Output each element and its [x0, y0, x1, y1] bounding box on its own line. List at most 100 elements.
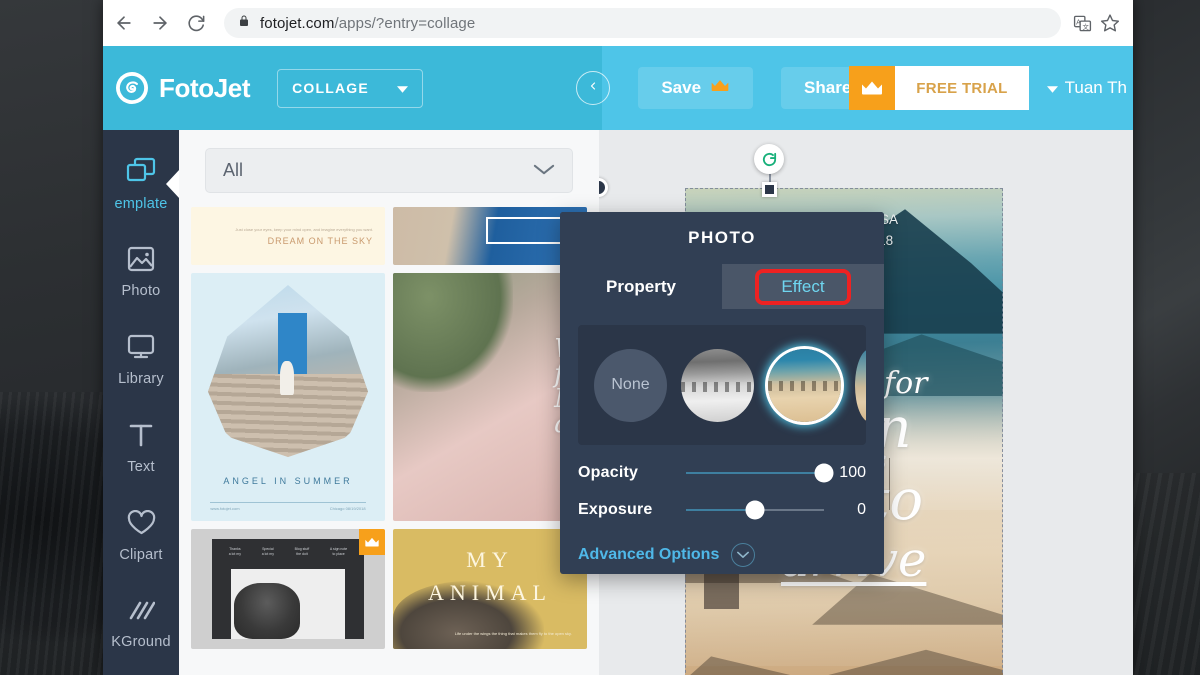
template-caption: Life under the wings the thing that make…	[454, 630, 572, 636]
opacity-slider[interactable]	[686, 463, 834, 483]
library-monitor-icon	[127, 334, 155, 365]
premium-crown-icon	[359, 529, 385, 555]
share-button-label: Share	[804, 78, 852, 97]
exposure-label: Exposure	[578, 501, 653, 518]
template-thumb-watch-out-fashion[interactable]: WfaNa	[393, 273, 587, 521]
exposure-slider-knob[interactable]	[745, 500, 765, 520]
caret-down-icon	[1046, 78, 1058, 98]
template-person	[280, 360, 295, 396]
star-icon[interactable]	[1097, 10, 1123, 36]
sidebar-item-clipart[interactable]: Clipart	[103, 492, 179, 580]
browser-window: fotojet.com/apps/?entry=collage A文 FotoJ…	[103, 0, 1133, 675]
header-actions: Save Share FREE TRIAL Tuan Th	[576, 66, 1133, 110]
forward-arrow-icon[interactable]	[143, 6, 177, 40]
sidebar-item-background[interactable]: KGround	[103, 580, 179, 668]
effects-strip[interactable]: None	[578, 325, 866, 445]
free-trial-label: FREE TRIAL	[895, 66, 1029, 110]
exposure-slider[interactable]	[686, 500, 824, 520]
advanced-options-row[interactable]: Advanced Options	[578, 543, 866, 567]
photo-panel-title: PHOTO	[560, 212, 884, 264]
template-title: DREAM ON THE SKY	[267, 235, 373, 246]
crown-icon	[849, 66, 896, 110]
template-thumb-my-animal[interactable]: MY ANIMAL Life under the wings the thing …	[393, 529, 587, 649]
mode-dropdown-label: COLLAGE	[292, 80, 369, 96]
brand-name: FotoJet	[159, 72, 251, 103]
back-arrow-icon[interactable]	[107, 6, 141, 40]
sidebar-item-label: KGround	[111, 633, 171, 650]
sidebar-item-library[interactable]: Library	[103, 316, 179, 404]
free-trial-button[interactable]: FREE TRIAL	[849, 66, 1029, 110]
template-frame-overlay	[486, 217, 572, 245]
exposure-value: 0	[857, 501, 866, 518]
opacity-slider-knob[interactable]	[814, 463, 834, 483]
chevron-left-icon	[587, 79, 599, 98]
photo-panel-body: None Opacity 100 Exposure 0 Advanced Opt…	[560, 309, 884, 567]
exposure-slider-row: Exposure 0	[578, 500, 866, 520]
effect-thumb-black-and-white[interactable]	[681, 348, 754, 422]
lock-icon	[238, 14, 250, 33]
left-sidebar: emplate Photo Library Text Clipart KGrou…	[103, 130, 179, 675]
template-caption: Just close your eyes, keep your mind ope…	[235, 226, 373, 232]
tab-property-label: Property	[606, 276, 676, 296]
background-hatch-icon	[127, 599, 156, 628]
sidebar-item-text[interactable]: Text	[103, 404, 179, 492]
reload-icon[interactable]	[179, 6, 213, 40]
category-dropdown[interactable]: All	[205, 148, 573, 193]
save-button-label: Save	[661, 78, 702, 97]
template-thumb-beach-blue[interactable]	[393, 207, 587, 265]
template-icon	[126, 157, 156, 190]
browser-toolbar: fotojet.com/apps/?entry=collage A文	[103, 0, 1133, 46]
effect-thumb-next[interactable]	[855, 348, 866, 422]
template-thumb-angel-in-summer[interactable]: ANGEL IN SUMMER www.fotojet.com Chicago …	[191, 273, 385, 521]
template-footer-right: Chicago 08/19/2018	[329, 506, 366, 512]
heart-icon	[127, 509, 156, 541]
fotojet-spiral-logo-icon	[116, 72, 148, 104]
sidebar-item-label: Text	[127, 458, 155, 475]
effect-thumb-original-color[interactable]	[768, 348, 841, 422]
photo-icon	[127, 246, 155, 277]
mode-dropdown[interactable]: COLLAGE	[277, 68, 424, 108]
opacity-slider-row: Opacity 100	[578, 463, 866, 483]
collapse-panel-button[interactable]	[576, 71, 611, 105]
template-poster-face	[233, 582, 301, 640]
template-title: MY ANIMAL	[428, 547, 552, 605]
desktop-background-right	[1125, 0, 1200, 675]
sidebar-item-label: Clipart	[119, 546, 163, 563]
translate-icon[interactable]: A文	[1069, 10, 1095, 36]
tab-effect[interactable]: Effect	[722, 264, 884, 309]
effect-none-label: None	[611, 376, 650, 393]
sidebar-item-label: emplate	[114, 195, 168, 212]
opacity-label: Opacity	[578, 464, 639, 481]
effect-thumb-none[interactable]: None	[594, 348, 667, 422]
user-name: Tuan Th	[1064, 78, 1127, 97]
address-bar[interactable]: fotojet.com/apps/?entry=collage	[224, 8, 1061, 38]
photo-panel-tabs: Property Effect	[560, 264, 884, 309]
brand-logo[interactable]: FotoJet	[116, 72, 250, 104]
template-poster-meta: Thanks a lot my Special a lot my Blog stuff t…	[228, 546, 348, 557]
sidebar-item-label: Photo	[121, 282, 161, 299]
template-title: ANGEL IN SUMMER	[223, 476, 353, 486]
top-resize-handle[interactable]	[762, 182, 777, 197]
corner-handle[interactable]	[599, 178, 608, 197]
tab-property[interactable]: Property	[560, 264, 722, 309]
template-grid: Just close your eyes, keep your mind ope…	[179, 207, 599, 649]
sidebar-item-photo[interactable]: Photo	[103, 228, 179, 316]
template-leaf	[393, 273, 514, 393]
template-panel: All Just close your eyes, keep your mind…	[179, 130, 599, 675]
template-photo-shape	[208, 285, 368, 457]
template-thumb-dream-on-the-sky[interactable]: Just close your eyes, keep your mind ope…	[191, 207, 385, 265]
caret-down-icon	[397, 80, 409, 96]
template-footer-left: www.fotojet.com	[210, 506, 240, 512]
chevron-down-circle-icon[interactable]	[731, 543, 756, 567]
rotate-icon[interactable]	[754, 144, 784, 174]
crown-icon	[710, 78, 730, 98]
template-poster: Thanks a lot my Special a lot my Blog stuff t…	[212, 538, 364, 640]
url-text: fotojet.com/apps/?entry=collage	[260, 14, 476, 32]
template-thumb-portrait-poster[interactable]: Thanks a lot my Special a lot my Blog stuff t…	[191, 529, 385, 649]
save-button[interactable]: Save	[638, 67, 754, 109]
text-t-icon	[128, 422, 154, 453]
category-dropdown-value: All	[223, 160, 244, 180]
user-menu[interactable]: Tuan Th	[1046, 78, 1133, 98]
photo-properties-panel: PHOTO Property Effect None Opacity 100 E…	[560, 212, 884, 574]
sidebar-item-template[interactable]: emplate	[103, 140, 179, 228]
